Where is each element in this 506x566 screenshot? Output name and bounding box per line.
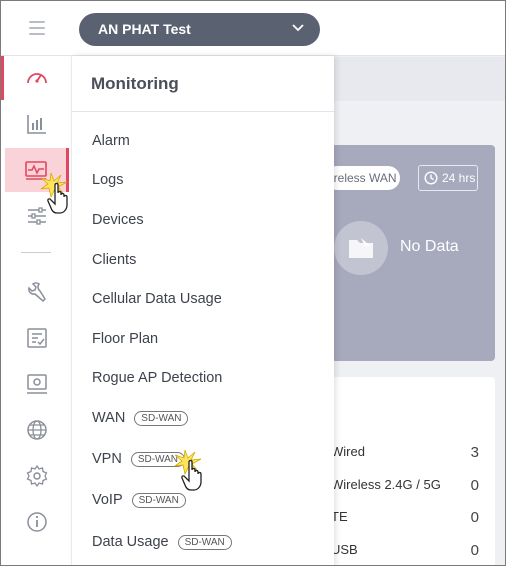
client-row-lte: TE 0 xyxy=(331,509,479,526)
menu-item-logs[interactable]: Logs xyxy=(92,169,123,191)
menu-item-wan[interactable]: WAN SD-WAN xyxy=(92,407,189,429)
wan-usage-card: ireless WAN 24 hrs No Data xyxy=(325,145,495,361)
client-row-label: USB xyxy=(331,542,358,557)
sd-wan-badge: SD-WAN xyxy=(131,492,186,508)
menu-item-devices[interactable]: Devices xyxy=(92,209,144,231)
sidebar-item-checklist[interactable] xyxy=(5,316,69,360)
gear-icon xyxy=(26,464,48,488)
client-row-wired: Wired 3 xyxy=(331,444,479,461)
menu-item-label: Data Usage xyxy=(92,534,169,550)
app-window: AN PHAT Test ireless WAN 24 hrs No Data … xyxy=(0,0,506,566)
sidebar-item-info[interactable] xyxy=(5,500,69,544)
sidebar-divider xyxy=(21,252,51,253)
menu-item-cellular-data-usage[interactable]: Cellular Data Usage xyxy=(92,288,222,310)
client-row-usb: USB 0 xyxy=(331,542,479,559)
menu-item-label: Devices xyxy=(92,212,144,228)
menu-item-label: Clients xyxy=(92,252,137,268)
menu-item-clients[interactable]: Clients xyxy=(92,249,136,271)
menu-item-voip[interactable]: VoIP SD-WAN xyxy=(92,489,186,511)
top-bar: AN PHAT Test xyxy=(1,1,505,56)
sidebar-item-network[interactable] xyxy=(5,408,69,452)
client-row-value: 0 xyxy=(470,477,479,494)
organization-name: AN PHAT Test xyxy=(98,21,191,37)
organization-selector[interactable]: AN PHAT Test xyxy=(79,13,320,46)
client-row-value: 3 xyxy=(470,444,479,461)
pointer-cursor-icon xyxy=(40,172,68,214)
menu-item-alarm[interactable]: Alarm xyxy=(92,130,130,152)
flyout-divider xyxy=(72,111,334,112)
sidebar-item-reports[interactable] xyxy=(5,102,69,146)
client-row-wireless: Wireless 2.4G / 5G 0 xyxy=(331,477,479,494)
clock-icon xyxy=(424,171,438,185)
no-data-circle xyxy=(334,221,388,275)
menu-item-label: VPN xyxy=(92,451,122,467)
wrench-icon xyxy=(28,282,46,303)
time-range-button[interactable]: 24 hrs xyxy=(418,165,478,191)
menu-item-label: VoIP xyxy=(92,492,123,508)
device-settings-icon xyxy=(27,374,47,394)
sidebar-item-dashboard[interactable] xyxy=(1,56,69,100)
dashboard-icon xyxy=(27,73,47,84)
menu-item-label: WAN xyxy=(92,410,126,426)
sidebar-item-tools[interactable] xyxy=(5,270,69,314)
chevron-down-icon xyxy=(292,24,304,32)
client-row-label: Wireless 2.4G / 5G xyxy=(331,477,441,492)
menu-item-rogue-ap-detection[interactable]: Rogue AP Detection xyxy=(92,367,222,389)
menu-item-label: Floor Plan xyxy=(92,331,159,347)
menu-item-label: Logs xyxy=(92,172,124,188)
sd-wan-badge: SD-WAN xyxy=(177,534,232,550)
flyout-title: Monitoring xyxy=(91,74,179,93)
info-icon xyxy=(27,512,47,532)
time-range-label: 24 hrs xyxy=(442,171,476,185)
page-header-area xyxy=(334,57,505,101)
menu-item-floor-plan[interactable]: Floor Plan xyxy=(92,328,158,350)
reports-icon xyxy=(27,115,46,134)
pointer-cursor-icon xyxy=(174,449,202,491)
sidebar-item-device-settings[interactable] xyxy=(5,362,69,406)
client-row-label: Wired xyxy=(331,444,365,459)
client-row-value: 0 xyxy=(470,542,479,559)
globe-icon xyxy=(27,420,47,440)
wan-filter-pill[interactable]: ireless WAN xyxy=(325,166,400,190)
sidebar-item-settings[interactable] xyxy=(5,454,69,498)
sidebar xyxy=(1,56,71,565)
sd-wan-badge: SD-WAN xyxy=(134,410,189,426)
hamburger-menu-icon[interactable] xyxy=(29,21,45,35)
menu-item-label: Rogue AP Detection xyxy=(92,370,223,386)
folder-icon xyxy=(349,238,373,258)
menu-item-label: Cellular Data Usage xyxy=(92,291,222,307)
clients-card: Wired 3 Wireless 2.4G / 5G 0 TE 0 USB 0 xyxy=(331,377,495,565)
menu-item-data-usage[interactable]: Data Usage SD-WAN xyxy=(92,531,232,553)
no-data-text: No Data xyxy=(400,238,459,255)
menu-item-label: Alarm xyxy=(92,133,130,149)
client-row-value: 0 xyxy=(470,509,479,526)
checklist-icon xyxy=(27,328,47,348)
